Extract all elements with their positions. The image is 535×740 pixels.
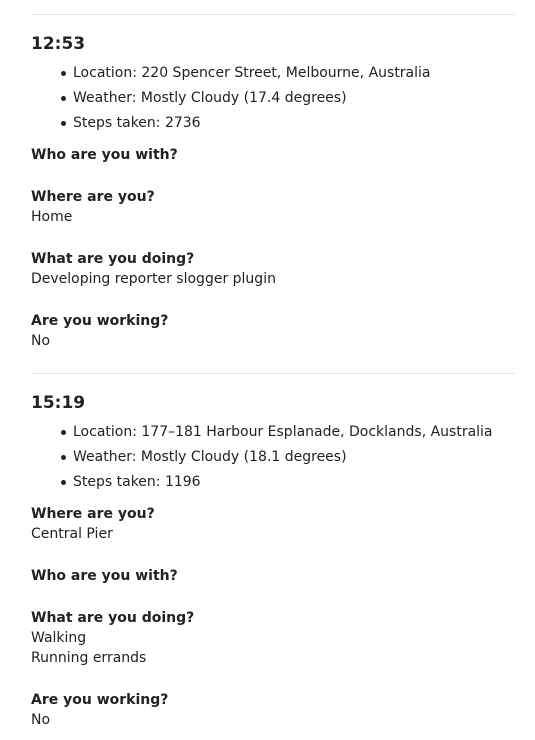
- bullet-icon: [61, 480, 66, 485]
- answer-text: Home: [31, 209, 73, 225]
- question-label: Who are you with?: [31, 147, 178, 163]
- question-label: What are you doing?: [31, 610, 195, 626]
- qa-block: What are you doing? Developing reporter …: [31, 249, 511, 289]
- detail-steps: Steps taken: 2736: [31, 114, 521, 139]
- entry: 12:53 Location: 220 Spencer Street, Melb…: [31, 33, 521, 139]
- qa-block: Are you working? No: [31, 690, 511, 730]
- detail-weather: Weather: Mostly Cloudy (18.1 degrees): [31, 448, 521, 473]
- entry-details-list: Location: 177–181 Harbour Esplanade, Doc…: [31, 423, 521, 498]
- entry-divider: [31, 14, 515, 15]
- qa-block: Who are you with?: [31, 145, 511, 165]
- bullet-icon: [61, 455, 66, 460]
- question-label: Where are you?: [31, 506, 155, 522]
- detail-text: Location: 177–181 Harbour Esplanade, Doc…: [73, 424, 493, 440]
- answer-text: No: [31, 712, 51, 728]
- report-page: 12:53 Location: 220 Spencer Street, Melb…: [0, 0, 535, 740]
- qa-block: Where are you? Central Pier: [31, 504, 511, 544]
- bullet-icon: [61, 430, 66, 435]
- entry: 15:19 Location: 177–181 Harbour Esplanad…: [31, 392, 521, 498]
- question-label: Where are you?: [31, 189, 155, 205]
- detail-text: Location: 220 Spencer Street, Melbourne,…: [73, 65, 431, 81]
- bullet-icon: [61, 71, 66, 76]
- qa-block: Are you working? No: [31, 311, 511, 351]
- answer-text: No: [31, 333, 51, 349]
- detail-text: Steps taken: 1196: [73, 474, 201, 490]
- question-label: Are you working?: [31, 692, 169, 708]
- answer-text: Walking: [31, 630, 87, 646]
- question-label: What are you doing?: [31, 251, 195, 267]
- answer-text: Central Pier: [31, 526, 113, 542]
- detail-steps: Steps taken: 1196: [31, 473, 521, 498]
- detail-location: Location: 177–181 Harbour Esplanade, Doc…: [31, 423, 521, 448]
- detail-text: Weather: Mostly Cloudy (18.1 degrees): [73, 449, 347, 465]
- question-label: Who are you with?: [31, 568, 178, 584]
- bullet-icon: [61, 96, 66, 101]
- qa-block: Where are you? Home: [31, 187, 511, 227]
- bullet-icon: [61, 121, 66, 126]
- qa-block: What are you doing? Walking Running erra…: [31, 608, 511, 668]
- qa-block: Who are you with?: [31, 566, 511, 586]
- answer-text: Developing reporter slogger plugin: [31, 271, 276, 287]
- detail-text: Steps taken: 2736: [73, 115, 201, 131]
- detail-text: Weather: Mostly Cloudy (17.4 degrees): [73, 90, 347, 106]
- detail-location: Location: 220 Spencer Street, Melbourne,…: [31, 64, 521, 89]
- entry-details-list: Location: 220 Spencer Street, Melbourne,…: [31, 64, 521, 139]
- question-label: Are you working?: [31, 313, 169, 329]
- answer-text: Running errands: [31, 650, 147, 666]
- detail-weather: Weather: Mostly Cloudy (17.4 degrees): [31, 89, 521, 114]
- entry-time: 12:53: [31, 34, 86, 54]
- entry-time: 15:19: [31, 393, 86, 413]
- entry-divider: [31, 373, 515, 374]
